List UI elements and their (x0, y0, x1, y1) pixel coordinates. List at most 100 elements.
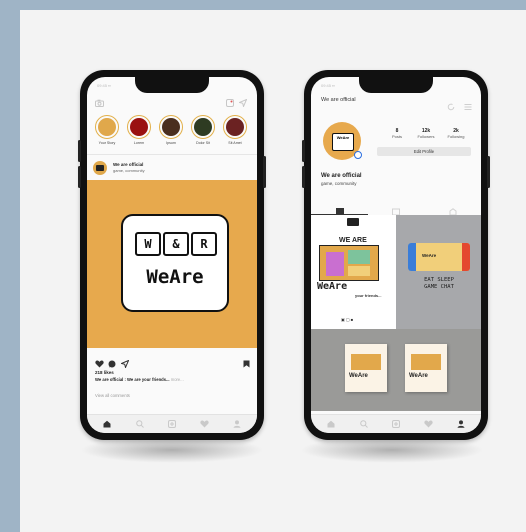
story-item[interactable]: Sit Amet (223, 115, 247, 145)
profile-icon[interactable] (233, 420, 241, 430)
logo-letter: W (135, 232, 161, 256)
card-mockup: WeAre (405, 344, 447, 392)
story-label: Lorem (133, 141, 145, 145)
side-button (302, 166, 305, 188)
story-item[interactable]: Your Story (95, 115, 119, 145)
search-icon[interactable] (360, 420, 368, 430)
stat-label: Followers (417, 134, 435, 139)
profile-icon[interactable] (457, 420, 465, 430)
grid-post[interactable]: WeAre EAT SLEEP GAME CHAT (396, 215, 481, 329)
add-icon[interactable] (168, 420, 176, 430)
stories-row: Your Story Lorem Ipsum Dolor Sit Sit Amet (87, 115, 257, 149)
post-header[interactable]: We are official game, community (93, 159, 253, 179)
side-button (78, 140, 81, 162)
heart-icon[interactable] (226, 99, 234, 109)
story-ring (223, 115, 247, 139)
camera-icon[interactable] (95, 99, 104, 109)
status-bar-text: 09:45 ▪▪ (97, 83, 111, 88)
story-item[interactable]: Lorem (127, 115, 151, 145)
logo-text: WeAre (146, 266, 204, 288)
profile-bio: game, community (321, 181, 357, 186)
view-comments-link[interactable]: View all comments (95, 393, 130, 398)
feed-top-bar (87, 97, 257, 111)
tile-slogan: EAT SLEEP GAME CHAT (424, 277, 454, 290)
post-caption: We are official : We are your friends...… (95, 377, 184, 382)
stat-posts[interactable]: 8 Posts (383, 128, 411, 139)
grid-post[interactable]: WE ARE WeAre your friends... ▣ ▢ ■ (311, 215, 396, 329)
caption-text: We are official : We are your friends... (95, 377, 170, 382)
story-avatar (130, 118, 148, 136)
profile-phone: 09:45 ▪▪ We are official WeAre 8 Posts 1… (302, 70, 490, 440)
tile-logo (347, 218, 359, 226)
notch (359, 77, 433, 93)
bottom-nav (311, 414, 481, 433)
edit-profile-button[interactable]: Edit Profile (377, 147, 471, 156)
social-icons: ▣ ▢ ■ (341, 317, 354, 322)
stat-following[interactable]: 2k Following (442, 128, 470, 139)
card-mockup: WeAre (345, 344, 387, 392)
tile-sub: your friends... (355, 293, 382, 298)
side-button (302, 140, 305, 162)
story-avatar (98, 118, 116, 136)
refresh-icon[interactable] (447, 98, 455, 116)
notch (135, 77, 209, 93)
card-caption: WeAre (349, 373, 368, 379)
profile-name: We are official (321, 173, 362, 179)
bookmark-icon[interactable] (243, 355, 250, 373)
likes-count: 218 likes (95, 370, 114, 375)
story-ring (95, 115, 119, 139)
tile-title: WE ARE (339, 237, 367, 244)
story-avatar (226, 118, 244, 136)
story-label: Dolor Sit (196, 141, 210, 145)
weare-logo: W & R WeAre (121, 214, 229, 312)
story-ring (127, 115, 151, 139)
grid-post[interactable]: WeAre WeAre (311, 329, 481, 411)
post-account-name[interactable]: We are official (113, 162, 143, 167)
story-ring (159, 115, 183, 139)
home-icon[interactable] (103, 420, 111, 430)
search-icon[interactable] (136, 420, 144, 430)
bottom-nav (87, 414, 257, 433)
menu-icon[interactable] (464, 98, 472, 116)
story-label: Ipsum (166, 141, 176, 145)
profile-header-title: We are official (321, 97, 356, 103)
feed-phone: 09:45 ▪▪ Your Story Lorem Ipsum Dolor Sit Si… (78, 70, 266, 440)
caption-more-link[interactable]: more... (171, 377, 184, 382)
stat-label: Posts (391, 134, 402, 139)
house-illustration (319, 245, 379, 281)
avatar-logo: WeAre (332, 133, 354, 151)
story-label: Your Story (98, 141, 116, 145)
add-icon[interactable] (392, 420, 400, 430)
device-label: WeAre (422, 253, 437, 258)
post-account-sub: game, community (113, 168, 145, 173)
card-caption: WeAre (409, 373, 428, 379)
tag-icon[interactable] (449, 203, 457, 216)
heart-icon[interactable] (200, 420, 209, 430)
send-icon[interactable] (119, 355, 130, 373)
posts-grid: WE ARE WeAre your friends... ▣ ▢ ■ WeAre… (311, 215, 481, 427)
home-icon[interactable] (327, 420, 335, 430)
heart-icon[interactable] (424, 420, 433, 430)
feed-screen: 09:45 ▪▪ Your Story Lorem Ipsum Dolor Sit Si… (87, 77, 257, 433)
story-item[interactable]: Ipsum (159, 115, 183, 145)
profile-screen: 09:45 ▪▪ We are official WeAre 8 Posts 1… (311, 77, 481, 433)
divider (87, 154, 257, 155)
story-label: Sit Amet (228, 141, 242, 145)
stat-followers[interactable]: 12k Followers (412, 128, 440, 139)
story-ring (191, 115, 215, 139)
tile-caption: WeAre (317, 281, 348, 292)
profile-avatar[interactable]: WeAre (323, 122, 362, 160)
post-image[interactable]: W & R WeAre (87, 180, 257, 348)
story-avatar (162, 118, 180, 136)
side-button (78, 166, 81, 188)
stat-label: Following (447, 134, 465, 139)
logo-letter: R (191, 232, 217, 256)
logo-letter: & (163, 232, 189, 256)
list-icon[interactable] (392, 203, 400, 216)
right-phone-shadow (300, 437, 484, 463)
grid-icon[interactable] (336, 203, 344, 216)
send-icon[interactable] (237, 98, 248, 109)
avatar[interactable] (93, 161, 107, 175)
post-actions (95, 355, 251, 370)
story-item[interactable]: Dolor Sit (191, 115, 215, 145)
